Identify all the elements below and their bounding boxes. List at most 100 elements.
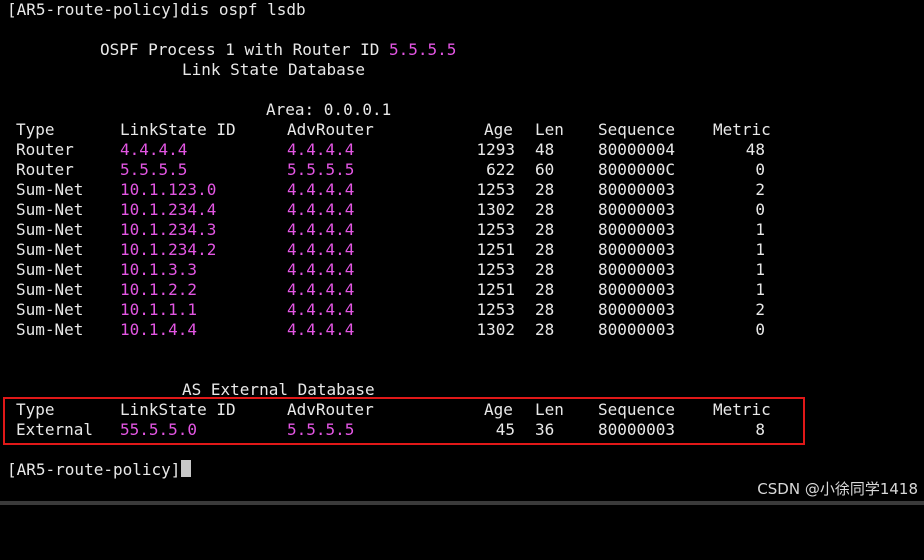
cell-age: 1253 [476,300,515,319]
cell-sequence: 80000003 [598,220,676,239]
table-row: Sum-Net 10.1.123.0 4.4.4.4 1253 28 80000003 2 [0,180,924,200]
cell-len: 28 [535,220,555,239]
cell-type: Sum-Net [16,320,84,339]
cell-metric: 2 [755,180,765,199]
cell-adv-router: 4.4.4.4 [287,300,355,319]
cell-metric: 1 [755,260,765,279]
cell-type: Sum-Net [16,300,84,319]
cell-adv-router: 4.4.4.4 [287,320,355,339]
cell-linkstate-id: 10.1.3.3 [120,260,198,279]
highlight-box [3,397,805,445]
cell-len: 48 [535,140,555,159]
table-row: Sum-Net 10.1.234.3 4.4.4.4 1253 28 80000003 1 [0,220,924,240]
command-text: dis ospf lsdb [180,0,306,19]
cell-metric: 1 [755,280,765,299]
cell-linkstate-id: 10.1.2.2 [120,280,198,299]
cell-sequence: 80000003 [598,300,676,319]
cell-age: 1253 [476,260,515,279]
cell-age: 622 [486,160,515,179]
cell-sequence: 80000004 [598,140,676,159]
cell-metric: 1 [755,240,765,259]
cell-len: 28 [535,200,555,219]
cell-age: 1293 [476,140,515,159]
table-row: Sum-Net 10.1.1.1 4.4.4.4 1253 28 80000003 2 [0,300,924,320]
cell-sequence: 80000003 [598,280,676,299]
table-row: Sum-Net 10.1.4.4 4.4.4.4 1302 28 80000003 0 [0,320,924,340]
table-row: Sum-Net 10.1.2.2 4.4.4.4 1251 28 80000003 1 [0,280,924,300]
cell-adv-router: 4.4.4.4 [287,220,355,239]
cell-sequence: 80000003 [598,320,676,339]
cell-adv-router: 4.4.4.4 [287,200,355,219]
cell-age: 1253 [476,180,515,199]
cell-age: 1302 [476,320,515,339]
cell-linkstate-id: 10.1.234.4 [120,200,217,219]
col-linkstate-id: LinkState ID [120,120,236,139]
cell-type: Sum-Net [16,200,84,219]
cell-adv-router: 4.4.4.4 [287,280,355,299]
cell-linkstate-id: 10.1.4.4 [120,320,198,339]
command-prompt: [AR5-route-policy] [7,0,181,19]
cell-type: Sum-Net [16,180,84,199]
table-row: Router 5.5.5.5 5.5.5.5 622 60 8000000C 0 [0,160,924,180]
cell-sequence: 8000000C [598,160,676,179]
cell-len: 28 [535,240,555,259]
cell-metric: 0 [755,200,765,219]
col-adv-router: AdvRouter [287,120,374,139]
cell-sequence: 80000003 [598,200,676,219]
cell-linkstate-id: 10.1.234.3 [120,220,217,239]
cell-type: Sum-Net [16,240,84,259]
col-metric: Metric [713,120,771,139]
final-prompt: [AR5-route-policy] [7,460,181,479]
cell-age: 1251 [476,280,515,299]
cell-len: 28 [535,300,555,319]
table-row: Sum-Net 10.1.234.4 4.4.4.4 1302 28 80000003 0 [0,200,924,220]
cell-sequence: 80000003 [598,180,676,199]
cell-len: 28 [535,280,555,299]
col-type: Type [16,120,55,139]
cell-linkstate-id: 10.1.234.2 [120,240,217,259]
db-title: Link State Database [182,60,366,79]
cursor-block [181,460,192,477]
cell-metric: 0 [755,320,765,339]
table-row: Sum-Net 10.1.234.2 4.4.4.4 1251 28 80000003 1 [0,240,924,260]
cell-type: Router [16,140,74,159]
cell-metric: 48 [745,140,765,159]
cell-adv-router: 4.4.4.4 [287,180,355,199]
area-table-header: Type LinkState ID AdvRouter Age Len Sequ… [0,120,924,140]
cell-len: 28 [535,260,555,279]
watermark: CSDN @小徐同学1418 [757,480,918,498]
table-row: Router 4.4.4.4 4.4.4.4 1293 48 80000004 48 [0,140,924,160]
final-prompt-line[interactable]: [AR5-route-policy] [7,460,192,480]
cell-linkstate-id: 10.1.1.1 [120,300,198,319]
area-label: Area: 0.0.0.1 [266,100,392,119]
cell-metric: 1 [755,220,765,239]
cell-adv-router: 4.4.4.4 [287,140,355,159]
cell-adv-router: 4.4.4.4 [287,240,355,259]
cell-age: 1253 [476,220,515,239]
command-line: [AR5-route-policy]dis ospf lsdb [7,0,306,20]
col-len: Len [535,120,564,139]
cell-len: 28 [535,320,555,339]
process-title-line: OSPF Process 1 with Router ID 5.5.5.5 [100,40,456,60]
cell-sequence: 80000003 [598,240,676,259]
cell-metric: 0 [755,160,765,179]
cell-adv-router: 4.4.4.4 [287,260,355,279]
cell-linkstate-id: 10.1.123.0 [120,180,217,199]
cell-sequence: 80000003 [598,260,676,279]
cell-len: 60 [535,160,555,179]
cell-age: 1251 [476,240,515,259]
cell-linkstate-id: 4.4.4.4 [120,140,188,159]
cell-type: Sum-Net [16,280,84,299]
col-age: Age [484,120,513,139]
process-title: OSPF Process 1 with Router ID [100,40,380,59]
table-row: Sum-Net 10.1.3.3 4.4.4.4 1253 28 80000003 1 [0,260,924,280]
col-sequence: Sequence [598,120,676,139]
cell-type: Sum-Net [16,260,84,279]
bottom-scrollbar[interactable] [0,501,924,505]
cell-adv-router: 5.5.5.5 [287,160,355,179]
cell-age: 1302 [476,200,515,219]
router-id: 5.5.5.5 [389,40,457,59]
cell-type: Sum-Net [16,220,84,239]
cell-metric: 2 [755,300,765,319]
cell-len: 28 [535,180,555,199]
